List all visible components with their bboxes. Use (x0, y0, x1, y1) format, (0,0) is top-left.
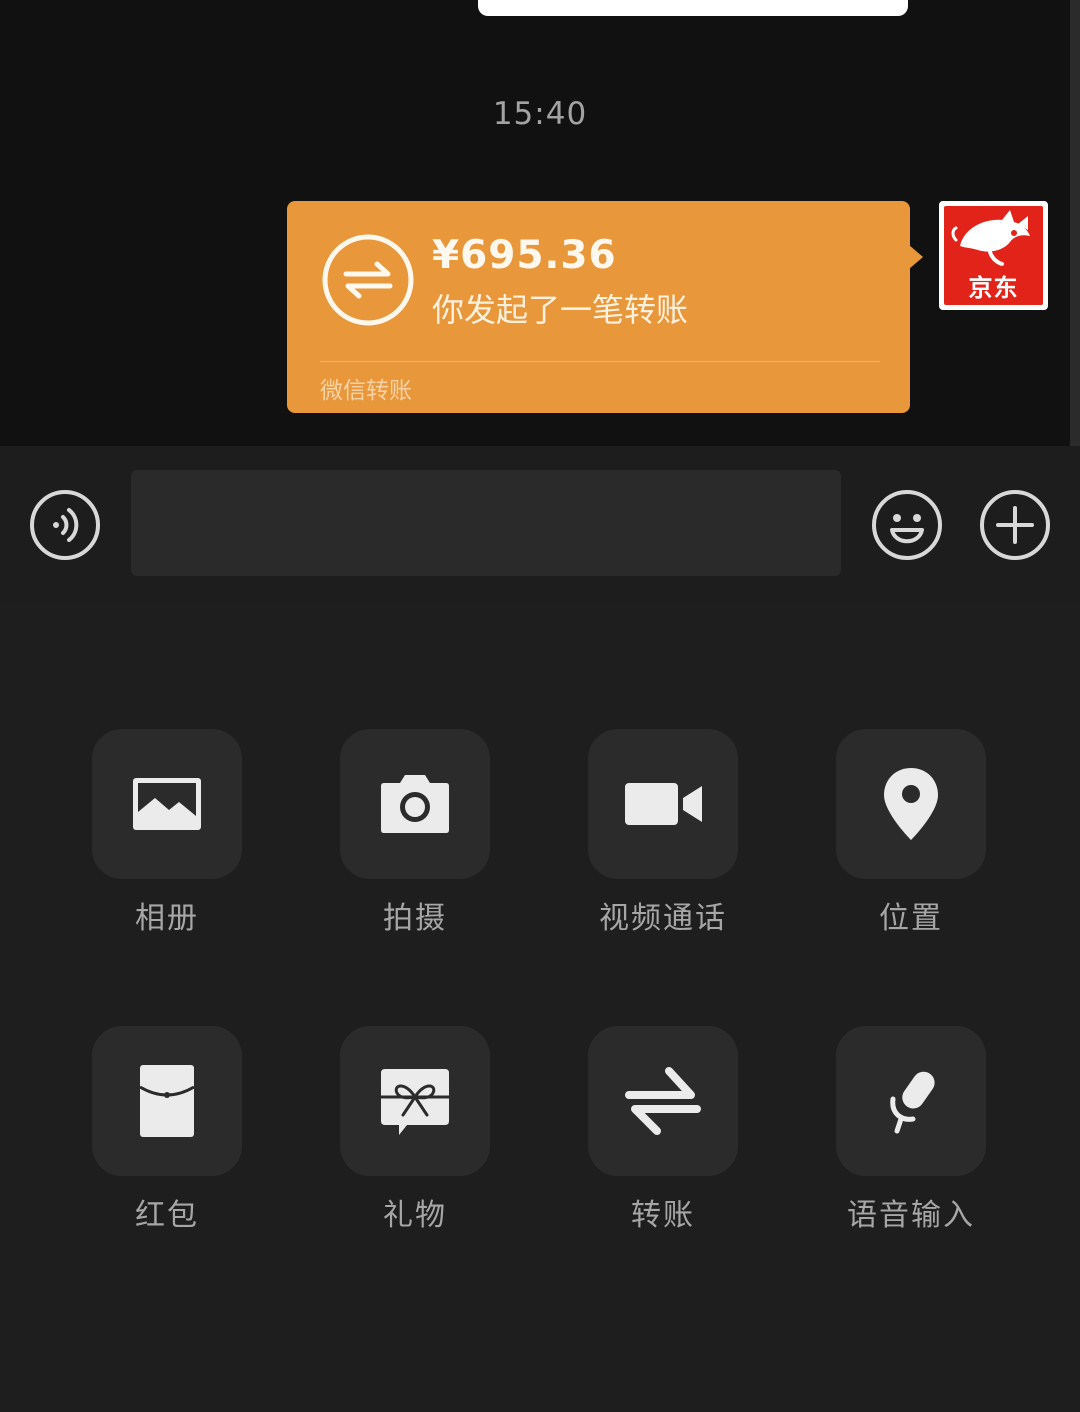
message-timestamp: 15:40 (492, 96, 588, 132)
camera-icon (381, 775, 449, 833)
video-call-icon (625, 783, 702, 825)
jd-dog-mascot-icon (951, 210, 1030, 266)
transfer-arrows-icon (322, 234, 414, 326)
message-list[interactable]: 15:40 ¥695.36 你发起了一笔转账 微信转账 京东 (0, 0, 1080, 446)
transfer-icon (625, 1067, 701, 1135)
card-divider (320, 361, 880, 362)
transfer-amount: ¥695.36 (432, 233, 617, 278)
previous-message-bubble[interactable] (478, 0, 908, 16)
jd-logo: 京东 (944, 206, 1043, 305)
transfer-source-label: 微信转账 (320, 378, 412, 404)
red-packet-tile (92, 1026, 242, 1176)
gift-icon (381, 1069, 449, 1135)
voice-input-button[interactable]: 语音输入 (836, 1026, 986, 1236)
red-packet-label: 红包 (135, 1198, 199, 1233)
transfer-message-card[interactable]: ¥695.36 你发起了一笔转账 微信转账 (287, 201, 923, 413)
transfer-button[interactable]: 转账 (588, 1026, 738, 1236)
location-pin-icon (884, 768, 938, 840)
more-functions-panel: 相册 拍摄 视频通话 位置 红包 礼物 转账 语音输入 (0, 602, 1080, 1412)
gift-label: 礼物 (383, 1198, 447, 1233)
location-button[interactable]: 位置 (836, 729, 986, 939)
gift-tile (340, 1026, 490, 1176)
gift-button[interactable]: 礼物 (340, 1026, 490, 1236)
avatar[interactable]: 京东 (939, 201, 1048, 310)
avatar-label: 京东 (968, 274, 1019, 302)
transfer-tile (588, 1026, 738, 1176)
scrollbar[interactable] (1070, 0, 1080, 446)
video-call-label: 视频通话 (599, 901, 727, 936)
album-tile (92, 729, 242, 879)
album-label: 相册 (135, 901, 199, 936)
camera-button[interactable]: 拍摄 (340, 729, 490, 939)
microphone-icon (890, 1071, 935, 1134)
camera-tile (340, 729, 490, 879)
input-bar (0, 446, 1080, 602)
album-button[interactable]: 相册 (92, 729, 242, 939)
photo-album-icon (133, 778, 201, 830)
camera-label: 拍摄 (383, 901, 447, 936)
emoji-icon[interactable] (871, 489, 943, 561)
message-input[interactable] (131, 470, 841, 576)
plus-icon[interactable] (979, 489, 1051, 561)
location-label: 位置 (879, 901, 943, 936)
voice-input-label: 语音输入 (847, 1198, 975, 1233)
chat-screen: 15:40 ¥695.36 你发起了一笔转账 微信转账 京东 相册 拍摄 视频通… (0, 0, 1080, 1412)
transfer-description: 你发起了一笔转账 (432, 291, 689, 329)
red-packet-button[interactable]: 红包 (92, 1026, 242, 1236)
voice-input-tile (836, 1026, 986, 1176)
location-tile (836, 729, 986, 879)
voice-mode-icon[interactable] (29, 489, 101, 561)
transfer-label: 转账 (631, 1198, 695, 1233)
red-packet-icon (139, 1065, 195, 1137)
video-call-tile (588, 729, 738, 879)
video-call-button[interactable]: 视频通话 (588, 729, 738, 939)
bubble-tail (909, 245, 923, 269)
